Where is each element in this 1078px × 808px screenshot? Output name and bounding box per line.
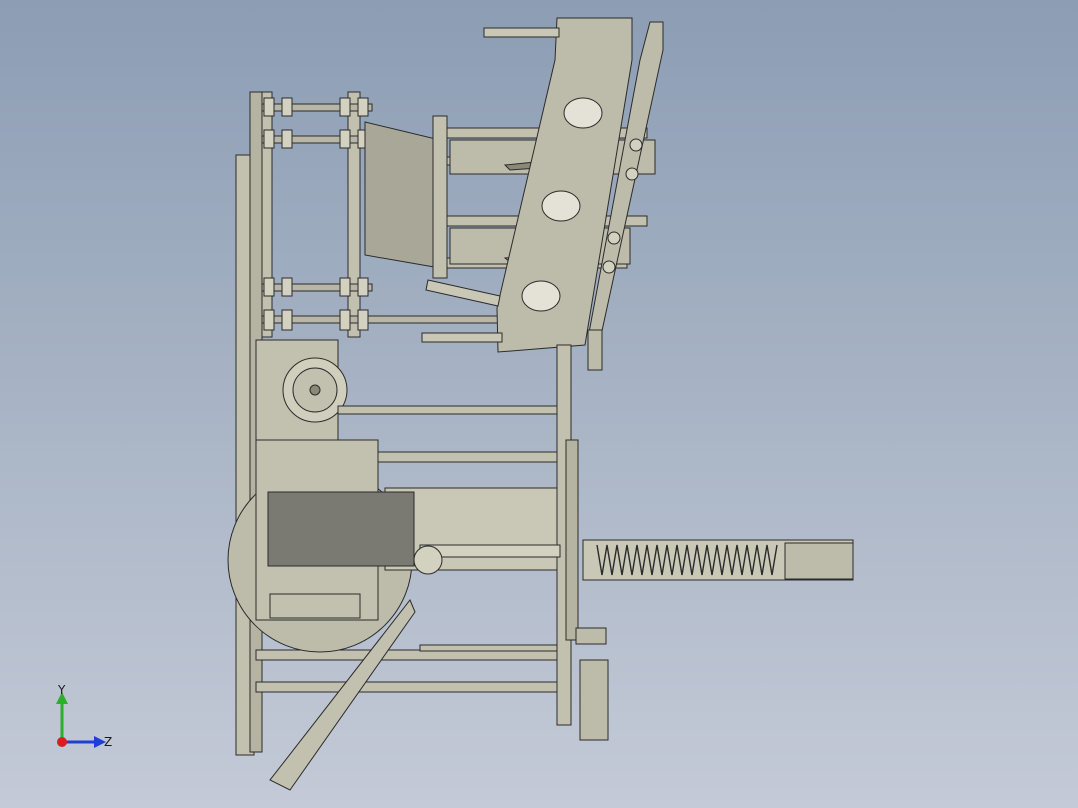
- upper-frame-plate-right: [347, 91, 361, 338]
- hopper-flange: [432, 115, 448, 279]
- cup-hole-3: [521, 280, 561, 312]
- mechanical-assembly-model[interactable]: [0, 0, 1078, 808]
- screen-block: [267, 491, 415, 567]
- z-axis-label: Z: [104, 735, 112, 749]
- cup-carrier-plate: [496, 17, 633, 353]
- rod-a: [337, 405, 561, 415]
- rod-d: [255, 681, 561, 693]
- lower-pin: [421, 332, 503, 343]
- cad-3d-viewport[interactable]: Y Z: [0, 0, 1078, 808]
- base-block: [269, 593, 361, 619]
- cup-hole-2: [541, 190, 581, 222]
- tie-rod-1: [261, 103, 373, 112]
- right-plate-edge: [565, 439, 579, 641]
- piston-clevis: [413, 545, 443, 575]
- tie-rod-4: [261, 315, 503, 324]
- y-axis-label: Y: [57, 683, 66, 697]
- top-pin: [483, 27, 560, 38]
- spring-endcap: [784, 542, 854, 580]
- coordinate-triad: Y Z: [56, 683, 112, 749]
- cup-hole-1: [563, 97, 603, 129]
- hopper: [364, 121, 441, 269]
- x-axis-dot: [57, 737, 67, 747]
- chute-rod: [425, 279, 501, 307]
- small-cylinder: [579, 659, 609, 741]
- tie-rod-2: [261, 135, 373, 144]
- rod-e: [419, 644, 561, 652]
- tie-rod-3: [261, 283, 373, 292]
- upper-frame-plate-left: [261, 91, 273, 338]
